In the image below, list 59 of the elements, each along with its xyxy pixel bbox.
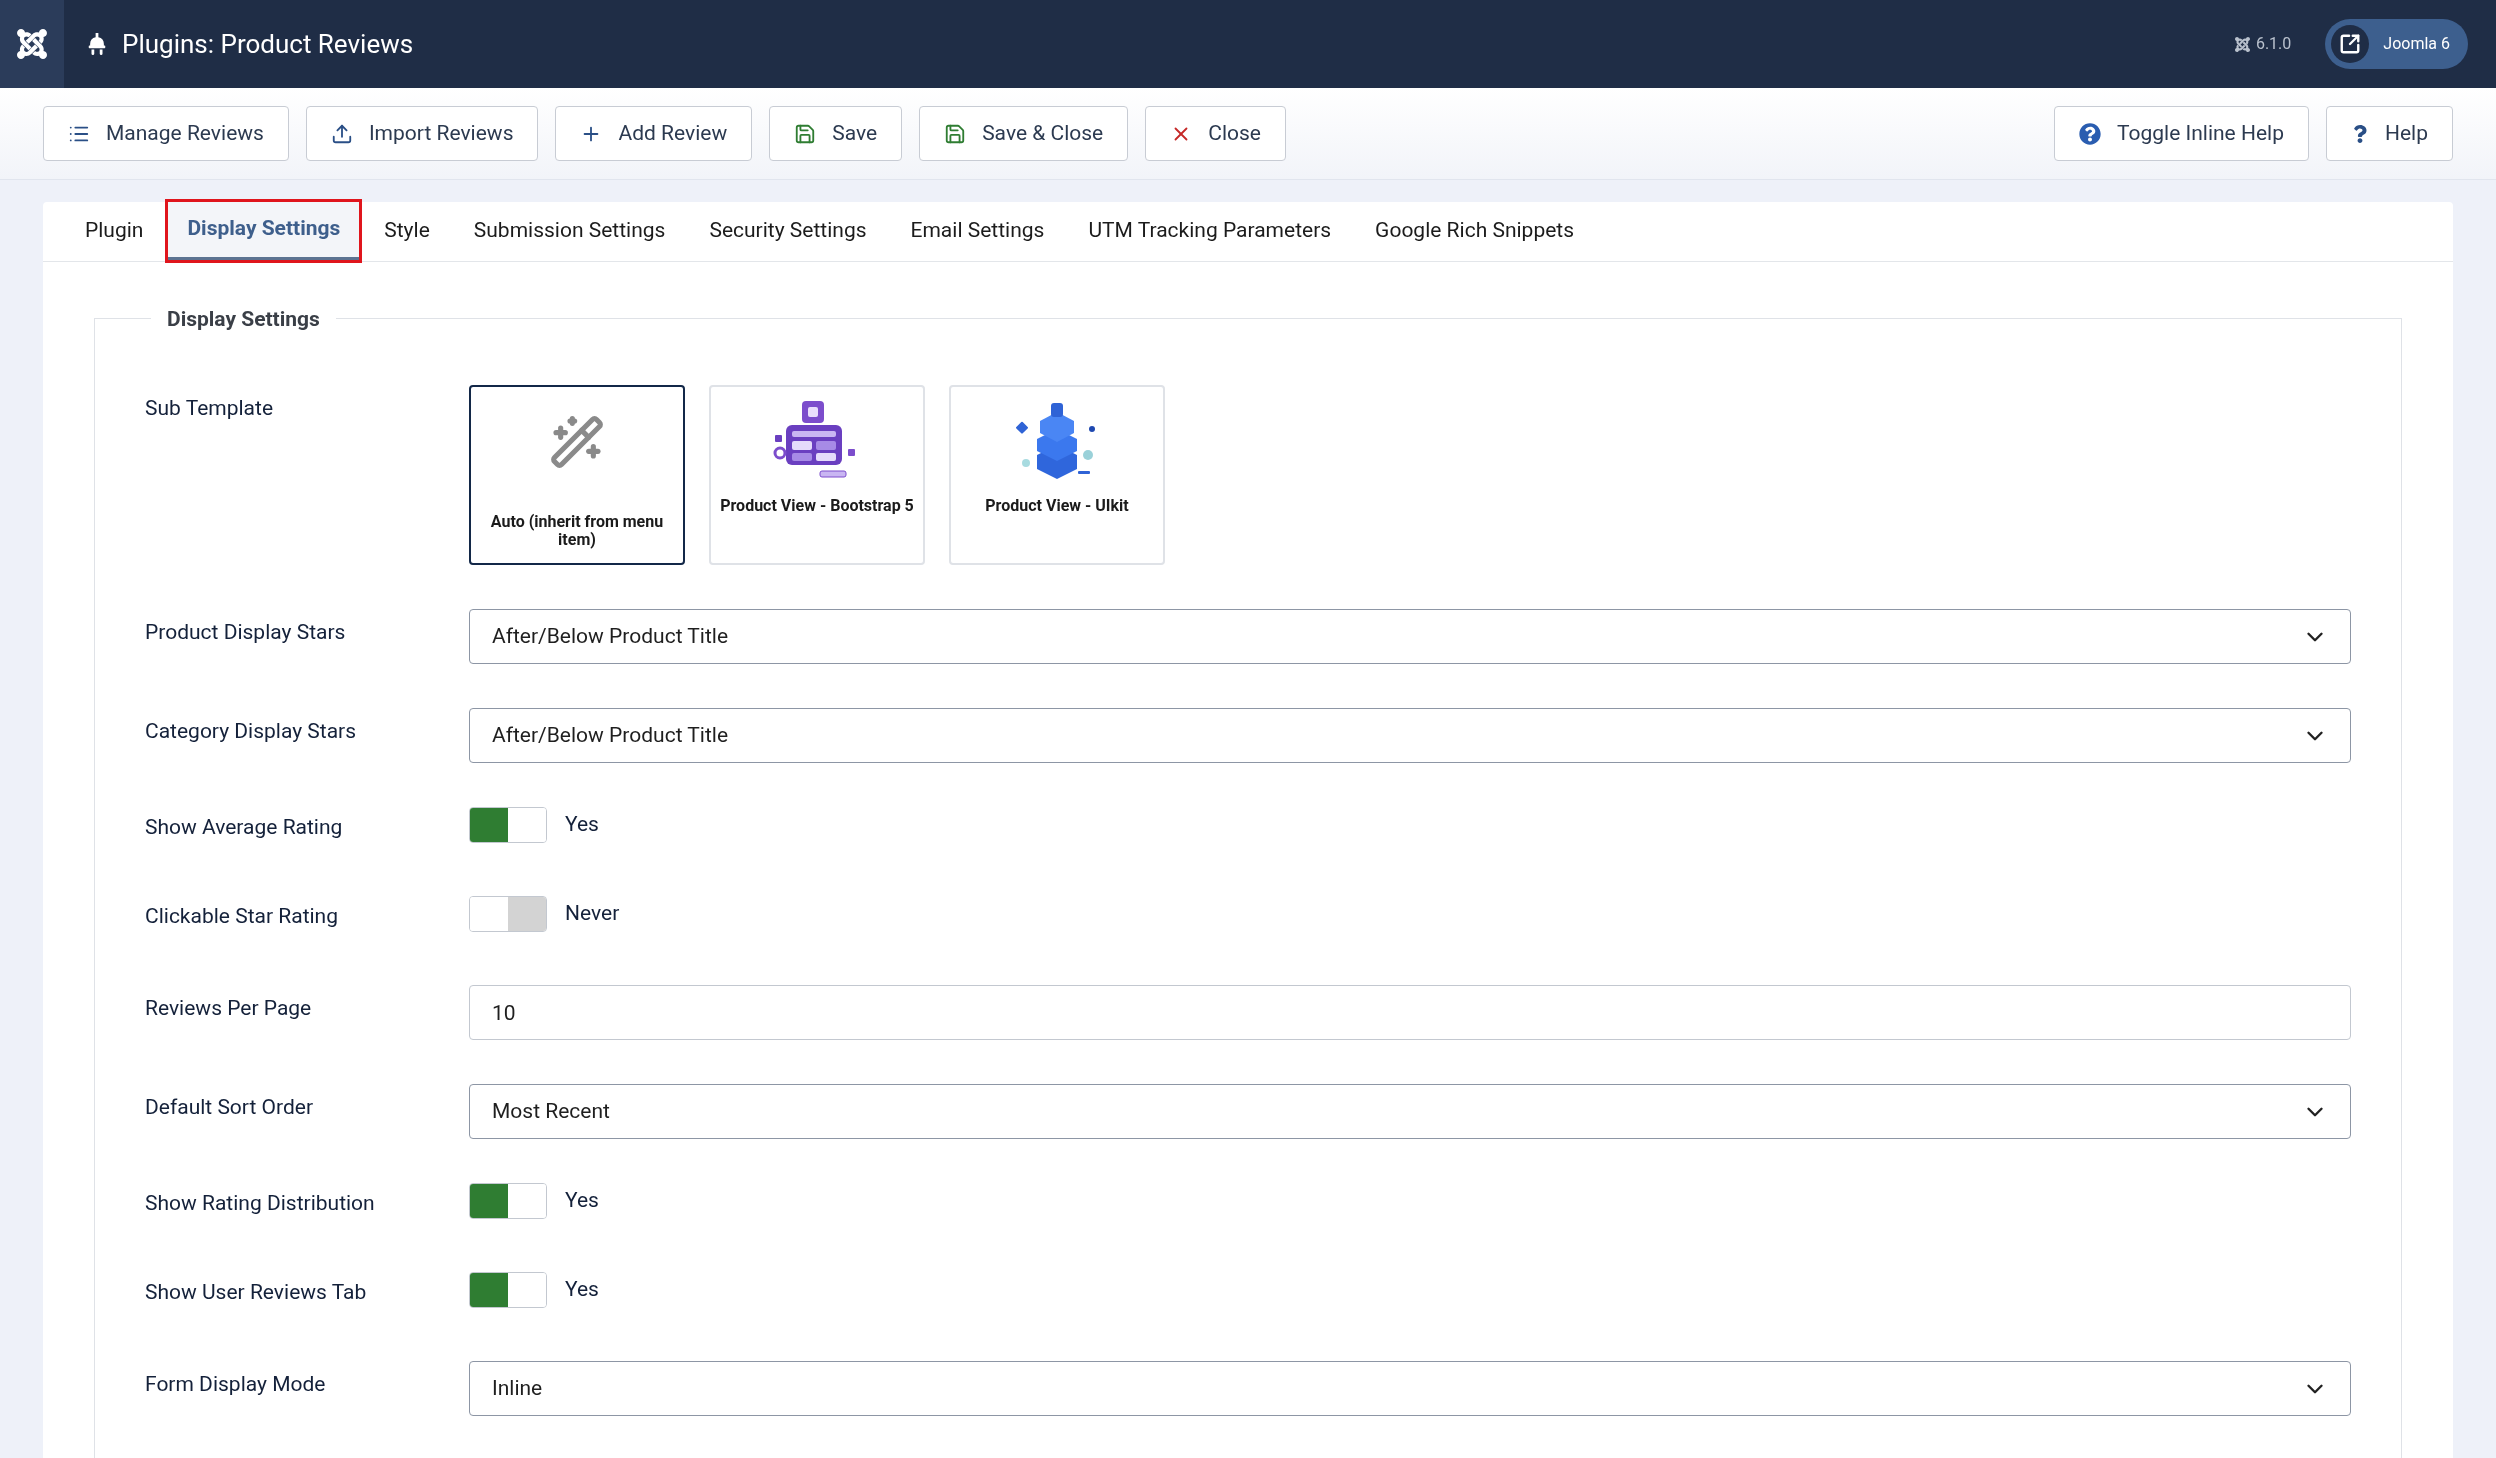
tab[interactable]: Style xyxy=(364,201,450,261)
plug-icon xyxy=(86,33,108,55)
toolbar-button[interactable]: Import Reviews xyxy=(305,106,539,161)
tab[interactable]: Google Rich Snippets xyxy=(1355,201,1595,261)
toggle-value: Yes xyxy=(565,1276,599,1304)
template-card[interactable]: Product View - UIkit xyxy=(949,385,1165,565)
template-card[interactable]: Product View - Bootstrap 5 xyxy=(709,385,925,565)
select-field[interactable]: Most Recent xyxy=(469,1084,2351,1139)
template-label: Product View - UIkit xyxy=(985,497,1129,515)
field-label: Sub Template xyxy=(145,395,275,422)
tab[interactable]: Display Settings xyxy=(167,201,361,261)
help-icon xyxy=(2351,124,2369,143)
help-icon xyxy=(2078,122,2101,145)
version-label: 6.1.0 xyxy=(2255,33,2292,55)
tab[interactable]: Plugin xyxy=(65,201,164,261)
logo-icon xyxy=(17,29,47,59)
tab[interactable]: UTM Tracking Parameters xyxy=(1068,201,1352,261)
page-title: Plugins: Product Reviews xyxy=(122,27,414,61)
save-icon xyxy=(794,122,817,145)
field-label: Product Display Stars xyxy=(145,619,347,646)
select-field[interactable]: After/Below Product Title xyxy=(469,609,2351,664)
toolbar-button[interactable]: Manage Reviews xyxy=(43,106,289,161)
field-label: Show User Reviews Tab xyxy=(145,1279,368,1307)
toolbar-button[interactable]: Close xyxy=(1145,106,1286,161)
toolbar-button[interactable]: Add Review xyxy=(555,106,753,161)
field-label: Reviews Per Page xyxy=(145,995,313,1022)
home-tile[interactable] xyxy=(0,0,64,88)
toggle-switch[interactable] xyxy=(469,807,547,843)
toggle-switch[interactable] xyxy=(469,1183,547,1219)
save-icon xyxy=(944,122,967,145)
tab[interactable]: Submission Settings xyxy=(453,201,686,261)
template-card[interactable]: Auto (inherit from menu item) xyxy=(469,385,685,565)
select-field[interactable]: Inline xyxy=(469,1361,2351,1416)
magic-wand-icon xyxy=(549,414,605,470)
tab[interactable]: Email Settings xyxy=(890,201,1065,261)
toolbar-button[interactable]: Save & Close xyxy=(919,106,1129,161)
field-label: Category Display Stars xyxy=(145,718,358,745)
tab[interactable]: Security Settings xyxy=(689,201,887,261)
toggle-value: Yes xyxy=(565,1187,599,1215)
field-label: Show Rating Distribution xyxy=(145,1190,376,1218)
toolbar-button[interactable]: Save xyxy=(769,106,903,161)
toggle-value: Yes xyxy=(565,811,599,839)
template-label: Product View - Bootstrap 5 xyxy=(720,497,914,515)
input-field[interactable]: 10 xyxy=(469,985,2351,1040)
toggle-switch[interactable] xyxy=(469,1272,547,1308)
external-link-icon xyxy=(2331,25,2370,63)
toggle-value: Never xyxy=(565,900,620,928)
field-label: Clickable Star Rating xyxy=(145,903,339,931)
field-label: Show Average Rating xyxy=(145,814,344,842)
toggle-switch[interactable] xyxy=(469,896,547,932)
field-label: Default Sort Order xyxy=(145,1094,315,1121)
logo-icon xyxy=(2234,36,2250,52)
toolbar-button[interactable]: Help xyxy=(2326,106,2453,161)
field-label: Form Display Mode xyxy=(145,1371,327,1398)
upload-icon xyxy=(330,122,353,145)
site-button[interactable]: Joomla 6 xyxy=(2325,19,2468,69)
select-field[interactable]: After/Below Product Title xyxy=(469,708,2351,763)
template-label: Auto (inherit from menu item) xyxy=(489,513,665,549)
toolbar-button[interactable]: Toggle Inline Help xyxy=(2053,106,2309,161)
